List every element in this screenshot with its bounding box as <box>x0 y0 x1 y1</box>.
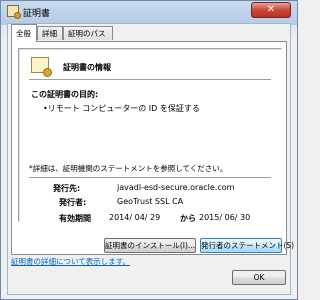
issued-by-value: GeoTrust SSL CA <box>117 197 184 206</box>
valid-from: 2014/ 04/ 29 <box>109 213 161 222</box>
issued-to-label: 発行先: <box>53 184 81 193</box>
certificate-icon <box>7 5 21 19</box>
tab-general[interactable]: 全般 <box>11 24 37 42</box>
dialog-client: 全般 詳細 証明のパス 証明書の情報 この証明書の目的: •リモート コンピュー… <box>7 23 294 295</box>
tab-certification-path[interactable]: 証明のパス <box>63 26 113 40</box>
statement-note: *詳細は、証明機関のステートメントを参照してください。 <box>29 164 228 173</box>
purpose-heading: この証明書の目的: <box>31 90 99 99</box>
ok-button[interactable]: OK <box>232 270 286 285</box>
validity-label: 有効期間 <box>59 214 91 223</box>
certificate-icon <box>31 57 52 77</box>
certificate-info-box: 証明書の情報 この証明書の目的: •リモート コンピューターの ID を保証する… <box>18 48 282 224</box>
certificate-info-title: 証明書の情報 <box>63 63 111 72</box>
divider <box>29 79 271 80</box>
title-bar: 証明書 ✕ <box>1 1 297 23</box>
validity-row: 有効期間 2014/ 04/ 29 から 2015/ 06/ 30 <box>59 213 250 224</box>
purpose-item: •リモート コンピューターの ID を保証する <box>43 104 200 113</box>
learn-more-link[interactable]: 証明書の詳細について表示します。 <box>11 256 130 267</box>
issued-by-label: 発行者: <box>59 198 87 207</box>
issued-to-value: javadl-esd-secure.oracle.com <box>117 183 235 192</box>
certificate-dialog: 証明書 ✕ 全般 詳細 証明のパス 証明書の情報 この証明書の目的: •リモート… <box>0 0 298 300</box>
close-button[interactable]: ✕ <box>251 2 291 18</box>
tab-details[interactable]: 詳細 <box>37 26 63 40</box>
general-panel: 証明書の情報 この証明書の目的: •リモート コンピューターの ID を保証する… <box>11 41 294 255</box>
valid-to-word: から <box>180 214 196 223</box>
valid-to: 2015/ 06/ 30 <box>199 213 251 222</box>
window-title: 証明書 <box>23 9 51 19</box>
install-certificate-button[interactable]: 証明書のインストール(I)... <box>104 238 196 253</box>
divider <box>29 177 271 178</box>
issuer-statement-button[interactable]: 発行者のステートメント(S) <box>200 238 294 253</box>
